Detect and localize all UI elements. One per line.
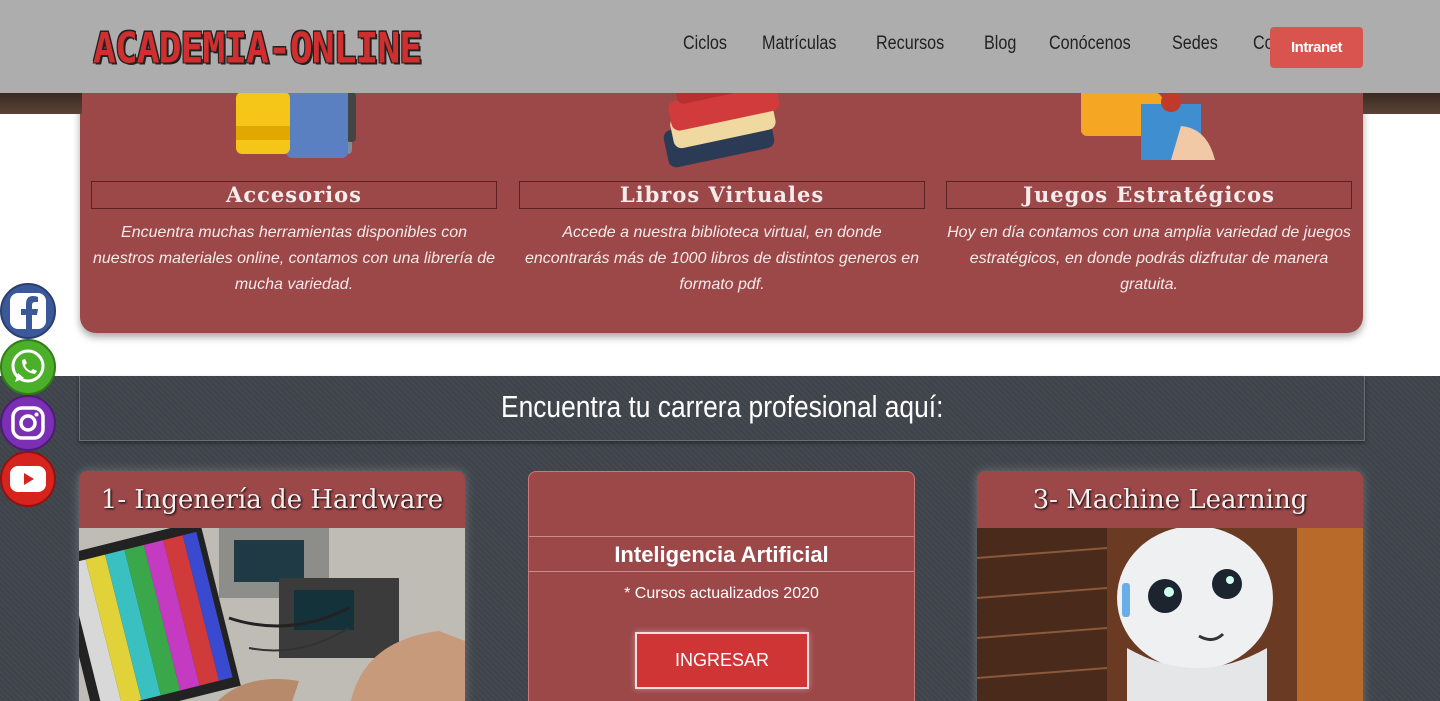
nav-conocenos[interactable]: Conócenos <box>1049 33 1131 55</box>
feature-juegos: Juegos Estratégicos Hoy en día contamos … <box>946 60 1352 333</box>
feature-title: Libros Virtuales <box>519 181 925 209</box>
nav-ciclos[interactable]: Ciclos <box>683 33 727 55</box>
feature-libros: Libros Virtuales Accede a nuestra biblio… <box>519 60 925 333</box>
top-navbar: ACADEMIA-ONLINE Ciclos Matrículas Recurs… <box>0 0 1440 93</box>
intranet-button[interactable]: Intranet <box>1270 27 1363 68</box>
facebook-icon[interactable] <box>0 283 56 339</box>
instagram-icon[interactable] <box>0 395 56 451</box>
careers-section: Encuentra tu carrera profesional aquí: 1… <box>0 376 1440 701</box>
feature-title: Accesorios <box>91 181 497 209</box>
career-card-ai: Inteligencia Artificial * Cursos actuali… <box>528 471 915 701</box>
youtube-icon[interactable] <box>0 451 56 507</box>
career-card-ml[interactable]: 3- Machine Learning <box>977 471 1363 701</box>
nav-matriculas[interactable]: Matrículas <box>762 33 836 55</box>
nav-sedes[interactable]: Sedes <box>1172 33 1218 55</box>
feature-description: Encuentra muchas herramientas disponible… <box>93 224 495 293</box>
career-card-title: 3- Machine Learning <box>1032 485 1308 515</box>
feature-accesorios: Accesorios Encuentra muchas herramientas… <box>91 60 497 333</box>
whatsapp-icon[interactable] <box>0 339 56 395</box>
nav-recursos[interactable]: Recursos <box>876 33 944 55</box>
features-panel: Accesorios Encuentra muchas herramientas… <box>80 60 1363 333</box>
robot-photo <box>977 528 1363 701</box>
feature-title: Juegos Estratégicos <box>946 181 1352 209</box>
nav-blog[interactable]: Blog <box>984 33 1016 55</box>
career-card-hardware[interactable]: 1- Ingenería de Hardware <box>79 471 465 701</box>
career-card-subtitle: * Cursos actualizados 2020 <box>624 585 819 602</box>
career-card-title: Inteligencia Artificial <box>529 536 914 572</box>
hero-image-edge <box>0 93 82 114</box>
hardware-lab-photo <box>79 528 465 701</box>
site-logo[interactable]: ACADEMIA-ONLINE <box>93 24 422 72</box>
careers-heading: Encuentra tu carrera profesional aquí: <box>79 376 1365 441</box>
main-nav: Ciclos Matrículas Recursos Blog Conóceno… <box>683 33 1329 55</box>
hero-image-edge <box>1363 93 1440 114</box>
feature-description: Hoy en día contamos con una amplia varie… <box>947 224 1351 293</box>
feature-description: Accede a nuestra biblioteca virtual, en … <box>524 224 919 293</box>
ingresar-button[interactable]: INGRESAR <box>635 632 809 689</box>
career-card-title: 1- Ingenería de Hardware <box>100 485 444 515</box>
